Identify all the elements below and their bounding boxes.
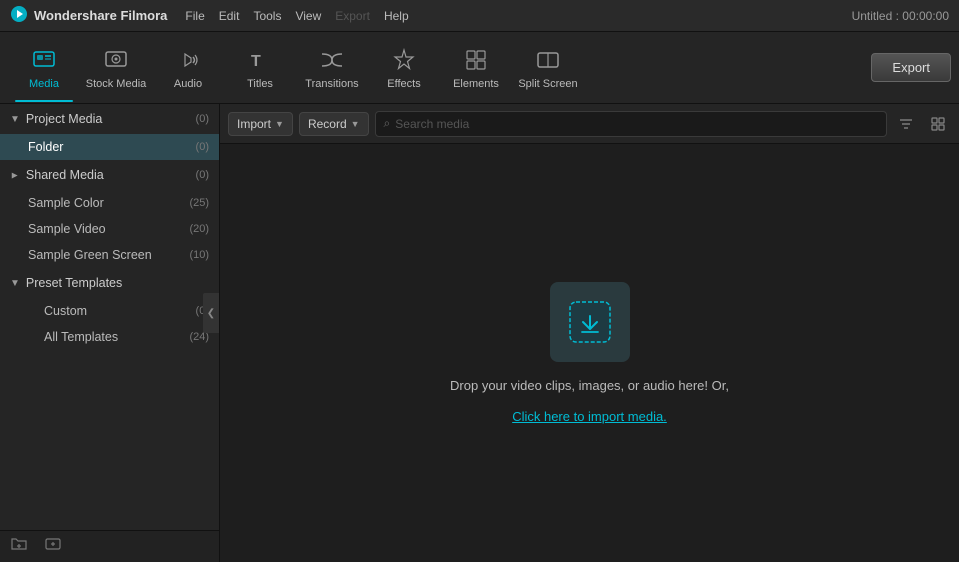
add-folder-icon[interactable] — [10, 535, 28, 558]
sample-video-label: Sample Video — [28, 222, 106, 236]
import-button[interactable]: Import ▼ — [228, 112, 293, 136]
menu-file[interactable]: File — [185, 9, 204, 23]
toolbar-btn-elements[interactable]: Elements — [440, 34, 512, 102]
toolbar-btn-transitions[interactable]: Transitions — [296, 34, 368, 102]
project-media-label: Project Media — [26, 112, 102, 126]
record-dropdown-arrow: ▼ — [351, 119, 360, 129]
titlebar: Wondershare Filmora File Edit Tools View… — [0, 0, 959, 32]
record-label: Record — [308, 117, 347, 131]
shared-media-label: Shared Media — [26, 168, 104, 182]
menu-view[interactable]: View — [295, 9, 321, 23]
toolbar-label-elements: Elements — [453, 78, 499, 90]
import-label: Import — [237, 117, 271, 131]
search-bar: ⌕ — [375, 111, 887, 137]
toolbar-label-stock-media: Stock Media — [86, 78, 147, 90]
drop-zone[interactable]: Drop your video clips, images, or audio … — [220, 144, 959, 562]
sidebar-collapse-arrow[interactable]: ❮ — [203, 293, 219, 333]
toolbar-btn-titles[interactable]: T Titles — [224, 34, 296, 102]
preset-templates-arrow: ▼ — [10, 278, 20, 289]
folder-count: (0) — [196, 141, 209, 153]
menu-tools[interactable]: Tools — [253, 9, 281, 23]
filter-button[interactable] — [893, 111, 919, 137]
drop-link[interactable]: Click here to import media. — [512, 409, 667, 424]
toolbar-label-titles: Titles — [247, 78, 273, 90]
sidebar-section-project-media[interactable]: ▼ Project Media (0) — [0, 104, 219, 134]
toolbar-btn-stock-media[interactable]: Stock Media — [80, 34, 152, 102]
drop-text-main: Drop your video clips, images, or audio … — [450, 378, 729, 393]
sidebar-section-shared-media[interactable]: ▼ Shared Media (0) — [0, 160, 219, 190]
toolbar: Media Stock Media Audio T Titles Transit… — [0, 32, 959, 104]
toolbar-label-media: Media — [29, 78, 59, 90]
toolbar-btn-split-screen[interactable]: Split Screen — [512, 34, 584, 102]
preset-templates-label: Preset Templates — [26, 276, 122, 290]
toolbar-label-effects: Effects — [387, 78, 420, 90]
sample-video-count: (20) — [189, 223, 209, 235]
toolbar-label-audio: Audio — [174, 78, 202, 90]
toolbar-label-split-screen: Split Screen — [518, 78, 577, 90]
record-button[interactable]: Record ▼ — [299, 112, 369, 136]
custom-label: Custom — [44, 304, 87, 318]
toolbar-btn-media[interactable]: Media — [8, 34, 80, 102]
sidebar-section-preset-templates[interactable]: ▼ Preset Templates — [0, 268, 219, 298]
folder-label: Folder — [28, 140, 63, 154]
search-input[interactable] — [395, 117, 878, 131]
shared-media-arrow: ▼ — [9, 170, 20, 180]
sidebar-bottom-bar — [0, 530, 220, 562]
sample-green-screen-count: (10) — [189, 249, 209, 261]
app-name: Wondershare Filmora — [34, 8, 167, 23]
sample-color-label: Sample Color — [28, 196, 104, 210]
toolbar-btn-effects[interactable]: Effects — [368, 34, 440, 102]
add-media-icon[interactable] — [44, 535, 62, 558]
project-media-arrow: ▼ — [10, 114, 20, 125]
sidebar-item-all-templates[interactable]: All Templates (24) — [0, 324, 219, 350]
sample-green-screen-label: Sample Green Screen — [28, 248, 152, 262]
toolbar-label-transitions: Transitions — [305, 78, 358, 90]
sidebar-item-sample-color[interactable]: Sample Color (25) — [0, 190, 219, 216]
import-dropdown-arrow: ▼ — [275, 119, 284, 129]
window-title: Untitled : 00:00:00 — [852, 9, 949, 23]
menu-edit[interactable]: Edit — [219, 9, 240, 23]
export-button[interactable]: Export — [871, 53, 951, 82]
sidebar-item-sample-green-screen[interactable]: Sample Green Screen (10) — [0, 242, 219, 268]
app-icon — [10, 5, 28, 26]
sidebar: ▼ Project Media (0) Folder (0) ▼ Shared … — [0, 104, 220, 562]
content-area: Import ▼ Record ▼ ⌕ — [220, 104, 959, 562]
grid-view-button[interactable] — [925, 111, 951, 137]
content-toolbar: Import ▼ Record ▼ ⌕ — [220, 104, 959, 144]
sidebar-item-custom[interactable]: Custom (0) — [0, 298, 219, 324]
drop-icon-container — [550, 282, 630, 362]
project-media-count: (0) — [196, 113, 209, 125]
toolbar-btn-audio[interactable]: Audio — [152, 34, 224, 102]
sidebar-item-sample-video[interactable]: Sample Video (20) — [0, 216, 219, 242]
shared-media-count: (0) — [196, 169, 209, 181]
menu-export[interactable]: Export — [335, 9, 370, 23]
main-area: ▼ Project Media (0) Folder (0) ▼ Shared … — [0, 104, 959, 562]
sidebar-item-folder[interactable]: Folder (0) — [0, 134, 219, 160]
sample-color-count: (25) — [189, 197, 209, 209]
search-icon: ⌕ — [384, 116, 391, 131]
all-templates-label: All Templates — [44, 330, 118, 344]
menu-help[interactable]: Help — [384, 9, 409, 23]
svg-text:T: T — [251, 53, 261, 70]
